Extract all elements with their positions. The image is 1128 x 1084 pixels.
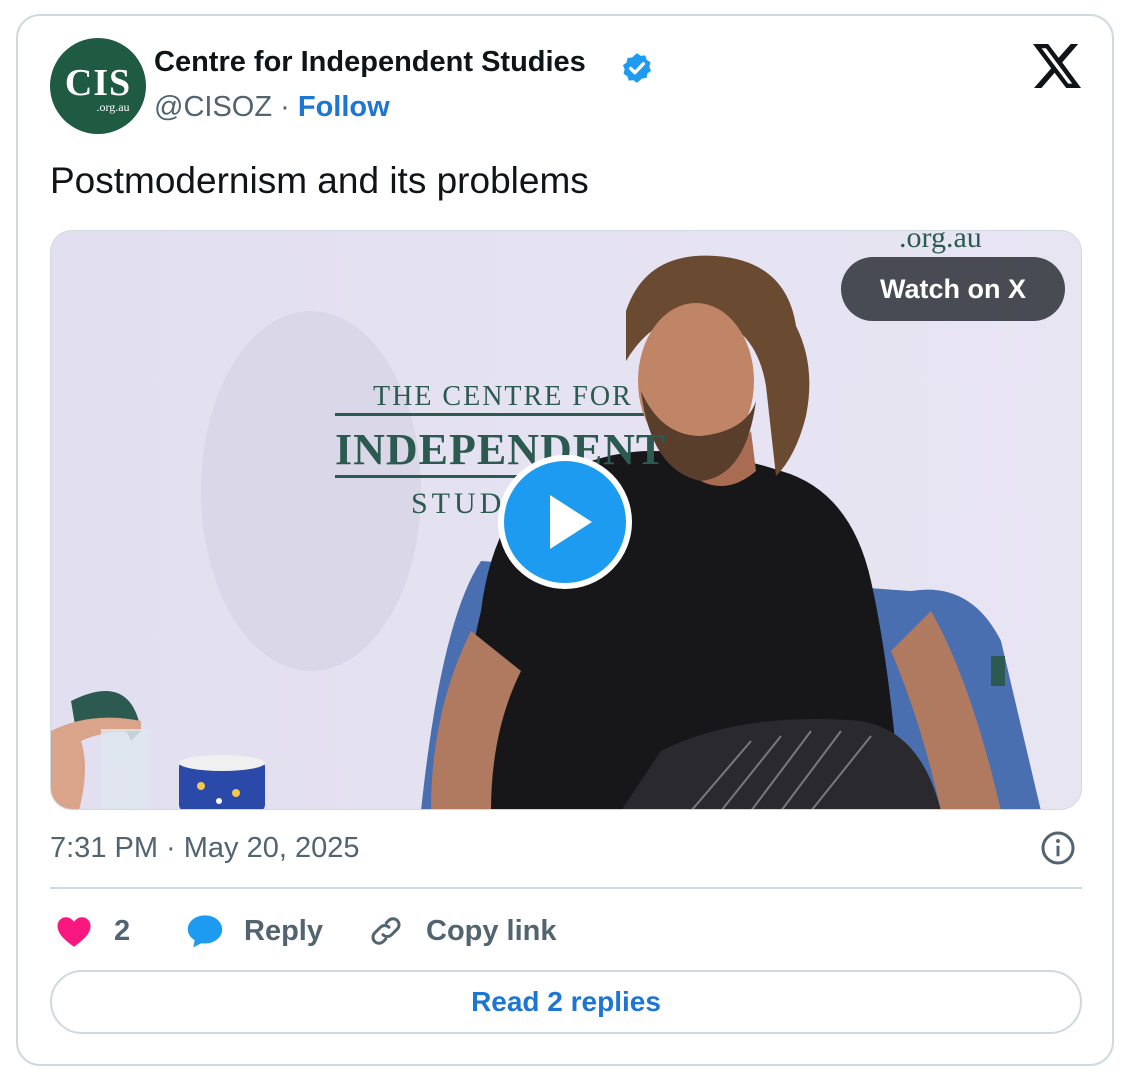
copy-link-label: Copy link (426, 914, 557, 947)
backdrop-line-1: THE CENTRE FOR (373, 381, 633, 412)
follow-button[interactable]: Follow (298, 91, 390, 123)
avatar-logo-text: CIS (64, 62, 132, 104)
video-player[interactable]: .org.au THE CENTRE FOR INDEPENDENT STUDI… (50, 230, 1082, 810)
verified-badge-icon (622, 53, 652, 83)
timestamp[interactable]: 7:31 PM · May 20, 2025 (50, 832, 360, 865)
x-logo-icon[interactable] (1033, 44, 1081, 88)
heart-icon (57, 917, 91, 947)
reply-bubble-icon (187, 915, 223, 948)
info-icon[interactable] (1040, 830, 1076, 866)
handle-separator: · (280, 91, 290, 123)
link-icon (371, 917, 401, 945)
avatar[interactable]: CIS .org.au (50, 38, 146, 134)
tweet-text: Postmodernism and its problems (50, 160, 589, 201)
copy-link-button[interactable]: Copy link (368, 908, 557, 954)
reply-button[interactable]: Reply (186, 908, 323, 954)
play-button[interactable] (498, 455, 632, 589)
account-name[interactable]: Centre for Independent Studies (154, 46, 586, 79)
handle-row: @CISOZ · Follow (154, 91, 390, 124)
account-handle[interactable]: @CISOZ (154, 91, 272, 123)
divider (50, 887, 1082, 889)
like-count: 2 (114, 914, 131, 947)
like-button[interactable]: 2 (56, 908, 130, 954)
read-replies-button[interactable]: Read 2 replies (50, 970, 1082, 1034)
play-icon (550, 495, 592, 549)
avatar-logo-subtext: .org.au (96, 100, 130, 114)
reply-label: Reply (244, 914, 323, 947)
backdrop-url-text: .org.au (899, 230, 982, 254)
watch-on-x-button[interactable]: Watch on X (841, 257, 1065, 321)
